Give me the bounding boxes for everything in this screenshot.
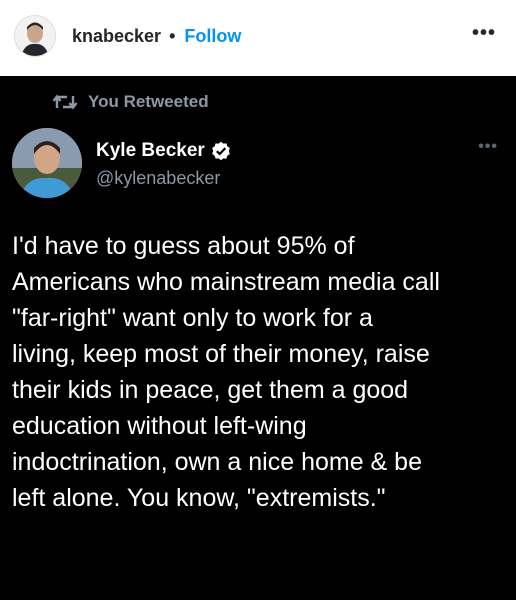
follow-button[interactable]: Follow: [184, 26, 241, 47]
tweet-screenshot: You Retweeted Kyle Becker @kylenabecker …: [0, 76, 516, 600]
author-name-row: Kyle Becker: [96, 140, 231, 162]
instagram-post-header: knabecker • Follow •••: [0, 0, 516, 76]
username-link[interactable]: knabecker: [72, 26, 161, 47]
username-row: knabecker • Follow: [72, 26, 241, 47]
separator-dot: •: [169, 26, 176, 46]
tweet-more-options-icon[interactable]: •••: [478, 138, 498, 156]
profile-avatar[interactable]: [14, 15, 56, 57]
more-options-icon[interactable]: •••: [472, 22, 496, 45]
author-name[interactable]: Kyle Becker: [96, 140, 205, 162]
retweet-indicator: You Retweeted: [52, 92, 209, 112]
retweet-label: You Retweeted: [88, 92, 209, 111]
tweet-text: I'd have to guess about 95% of Americans…: [12, 232, 440, 512]
retweet-icon: [52, 94, 78, 110]
tweet-author-avatar[interactable]: [12, 128, 82, 198]
author-handle[interactable]: @kylenabecker: [96, 168, 220, 189]
verified-badge-icon: [211, 141, 230, 161]
